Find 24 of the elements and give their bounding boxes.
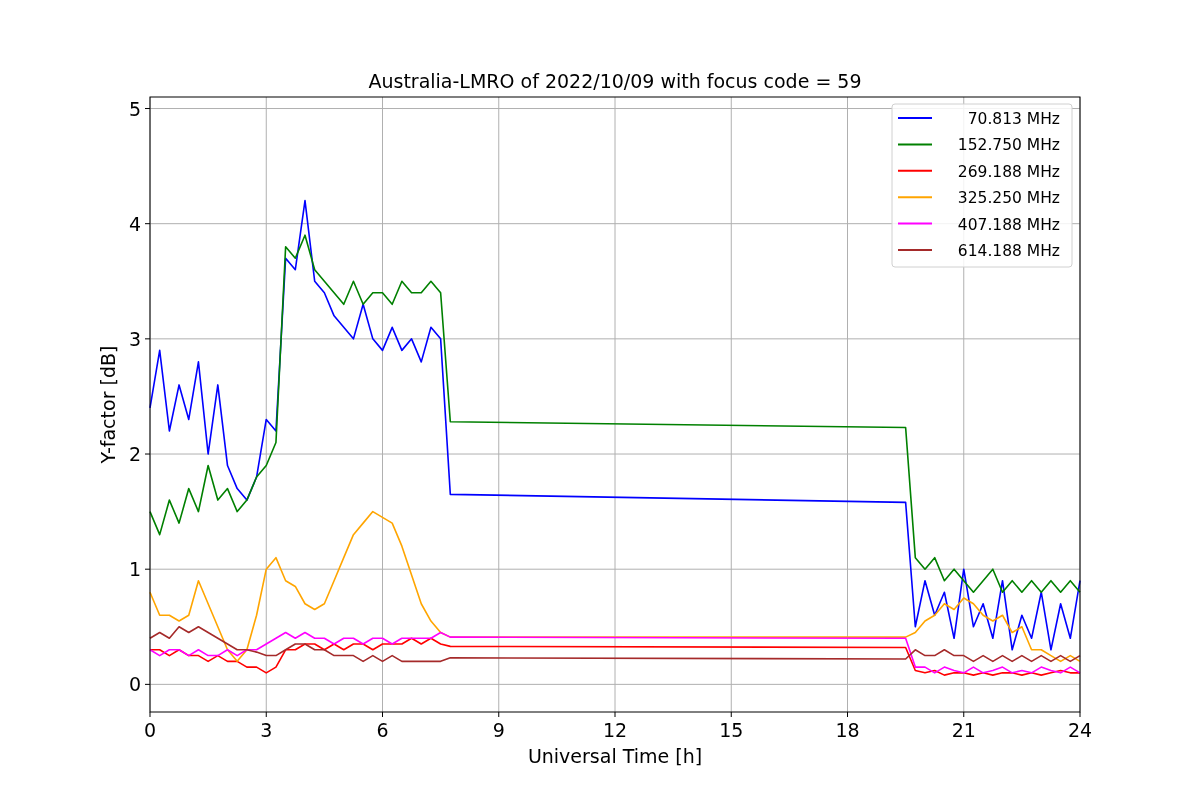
legend-label: 614.188 MHz xyxy=(957,242,1060,260)
x-tick-label: 21 xyxy=(951,719,976,741)
chart-title: Australia-LMRO of 2022/10/09 with focus code = 59 xyxy=(368,70,862,92)
y-tick-label: 1 xyxy=(128,558,141,581)
x-tick-label: 24 xyxy=(1067,719,1093,741)
y-tick-label: 2 xyxy=(128,443,141,465)
x-tick-label: 12 xyxy=(602,719,628,741)
y-tick-label: 5 xyxy=(128,97,141,120)
x-tick-label: 9 xyxy=(492,719,505,741)
legend-label: 407.188 MHz xyxy=(957,215,1060,234)
y-axis-label: Y-factor [dB] xyxy=(97,345,119,464)
y-tick-label: 4 xyxy=(128,212,141,235)
legend-label: 325.250 MHz xyxy=(957,189,1060,208)
x-tick-label: 0 xyxy=(143,719,157,741)
y-tick-label: 3 xyxy=(128,327,141,350)
x-tick-label: 6 xyxy=(376,719,389,741)
legend-label: 269.188 MHz xyxy=(957,162,1060,181)
y-tick-label: 0 xyxy=(128,673,141,696)
x-axis-label: Universal Time [h] xyxy=(527,745,703,767)
legend-label: 152.750 MHz xyxy=(957,136,1060,155)
legend-label: 70.813 MHz xyxy=(967,110,1060,128)
x-tick-label: 18 xyxy=(835,719,860,741)
x-tick-label: 15 xyxy=(719,719,744,741)
x-tick-label: 3 xyxy=(260,719,273,741)
